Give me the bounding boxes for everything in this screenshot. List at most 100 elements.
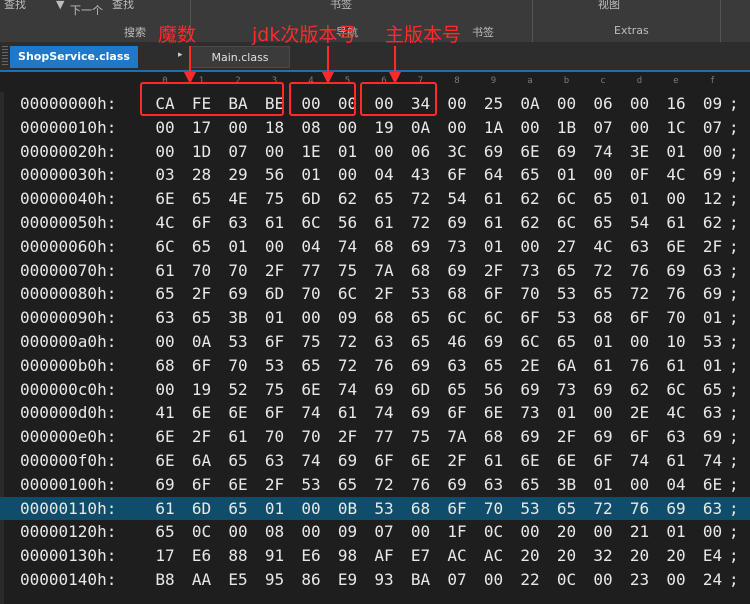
hex-byte[interactable]: B8 [152,568,178,591]
hex-byte[interactable]: 00 [627,92,653,115]
hex-byte[interactable]: 68 [481,425,507,448]
hex-byte[interactable]: 6E [663,235,689,258]
hex-byte[interactable]: 74 [627,449,653,472]
hex-byte[interactable]: 69 [408,354,434,377]
hex-byte[interactable]: 00 [371,140,397,163]
hex-byte[interactable]: 72 [371,473,397,496]
hex-byte[interactable]: 20 [554,544,580,567]
hex-byte[interactable]: 75 [335,259,361,282]
hex-byte[interactable]: 6F [371,449,397,472]
hex-row[interactable]: 00000070h: 61 70 70 2F 77 75 7A 68 69 2F 73 65 72 76 69… [0,259,750,282]
hex-byte[interactable]: 65 [408,330,434,353]
tab-main-class[interactable]: Main.class [190,46,290,68]
hex-byte[interactable]: 19 [189,378,215,401]
hex-byte[interactable]: 69 [152,473,178,496]
hex-row[interactable]: 00000040h: 6E 65 4E 75 6D 62 65 72 54 61 62 6C 65 01 00… [0,187,750,210]
hex-byte[interactable]: 2F [554,425,580,448]
hex-byte[interactable]: 69 [335,449,361,472]
hex-byte[interactable]: 01 [700,306,726,329]
hex-byte[interactable]: 0C [189,520,215,543]
hex-byte[interactable]: 41 [152,401,178,424]
hex-byte[interactable]: 6E [298,378,324,401]
hex-row[interactable]: 00000080h: 65 2F 69 6D 70 6C 2F 53 68 6F 70 53 65 72 76… [0,282,750,305]
hex-byte[interactable]: 0F [627,163,653,186]
hex-byte[interactable]: 72 [335,330,361,353]
hex-byte[interactable]: 27 [554,235,580,258]
hex-byte[interactable]: 53 [408,282,434,305]
hex-byte[interactable]: 2F [262,259,288,282]
hex-byte[interactable]: 20 [517,544,543,567]
hex-byte[interactable]: 12 [700,187,726,210]
hex-byte[interactable]: 93 [371,568,397,591]
hex-byte[interactable]: 6F [517,306,543,329]
hex-byte[interactable]: 69 [663,259,689,282]
hex-byte[interactable]: 61 [152,497,178,520]
hex-byte[interactable]: 17 [152,544,178,567]
hex-byte[interactable]: 65 [517,163,543,186]
hex-byte[interactable]: 76 [627,497,653,520]
hex-byte[interactable]: 61 [663,449,689,472]
hex-byte[interactable]: 6D [189,497,215,520]
tab-shopservice-class[interactable]: ShopService.class [10,46,138,68]
hex-byte[interactable]: 70 [298,425,324,448]
hex-byte[interactable]: 07 [444,568,470,591]
hex-byte[interactable]: 68 [371,306,397,329]
hex-byte[interactable]: 04 [298,235,324,258]
hex-byte[interactable]: 01 [225,235,251,258]
hex-byte[interactable]: 69 [444,211,470,234]
hex-byte[interactable]: 01 [590,330,616,353]
hex-byte[interactable]: 70 [481,497,507,520]
hex-byte[interactable]: 69 [481,140,507,163]
hex-row[interactable]: 00000050h: 4C 6F 63 61 6C 56 61 72 69 61 62 6C 65 54 61… [0,211,750,234]
hex-byte[interactable]: 65 [590,211,616,234]
hex-byte[interactable]: 61 [262,211,288,234]
hex-byte[interactable]: 75 [408,425,434,448]
hex-byte[interactable]: 00 [627,116,653,139]
hex-byte[interactable]: 65 [408,306,434,329]
hex-byte[interactable]: 04 [371,163,397,186]
hex-byte[interactable]: 0C [481,520,507,543]
hex-byte[interactable]: 00 [517,235,543,258]
hex-byte[interactable]: 65 [189,306,215,329]
hex-byte[interactable]: 00 [298,497,324,520]
hex-byte[interactable]: 53 [517,497,543,520]
hex-byte[interactable]: 61 [152,259,178,282]
hex-byte[interactable]: 69 [590,425,616,448]
hex-row[interactable]: 00000010h: 00 17 00 18 08 00 19 0A 00 1A 00 1B 07 00 1C… [0,116,750,139]
hex-byte[interactable]: 56 [335,211,361,234]
hex-byte[interactable]: 25 [481,92,507,115]
hex-byte[interactable]: 61 [335,401,361,424]
hex-byte[interactable]: E6 [298,544,324,567]
hex-byte[interactable]: 6F [444,497,470,520]
hex-byte[interactable]: 00 [663,568,689,591]
hex-byte[interactable]: 53 [262,354,288,377]
hex-byte[interactable]: 69 [700,282,726,305]
hex-byte[interactable]: 00 [298,306,324,329]
hex-byte[interactable]: 2E [517,354,543,377]
hex-byte[interactable]: 62 [700,211,726,234]
hex-byte[interactable]: 74 [371,401,397,424]
hex-row[interactable]: 00000130h: 17 E6 88 91 E6 98 AF E7 AC AC 20 20 32 20 20… [0,544,750,567]
hex-row[interactable]: 00000120h: 65 0C 00 08 00 09 07 00 1F 0C 00 20 00 21 01… [0,520,750,543]
hex-byte[interactable]: 6E [408,449,434,472]
hex-byte[interactable]: 2F [262,473,288,496]
hex-byte[interactable]: 65 [517,473,543,496]
hex-byte[interactable]: 77 [298,259,324,282]
hex-byte[interactable]: 01 [481,235,507,258]
view-button[interactable]: 视图 [598,0,620,12]
hex-byte[interactable]: 56 [262,163,288,186]
hex-byte[interactable]: 72 [408,187,434,210]
hex-byte[interactable]: 09 [700,92,726,115]
hex-byte[interactable]: 00 [627,473,653,496]
hex-byte[interactable]: 20 [554,520,580,543]
hex-byte[interactable]: 65 [152,520,178,543]
hex-byte[interactable]: 10 [663,330,689,353]
hex-byte[interactable]: 65 [225,497,251,520]
hex-byte[interactable]: 70 [225,354,251,377]
hex-byte[interactable]: 2F [189,425,215,448]
hex-row[interactable]: 000000d0h: 41 6E 6E 6F 74 61 74 69 6F 6E 73 01 00 2E 4C… [0,401,750,424]
hex-byte[interactable]: 69 [517,425,543,448]
hex-byte[interactable]: 65 [590,187,616,210]
hex-row[interactable]: 00000090h: 63 65 3B 01 00 09 68 65 6C 6C 6F 53 68 6F 70… [0,306,750,329]
hex-byte[interactable]: 53 [554,282,580,305]
